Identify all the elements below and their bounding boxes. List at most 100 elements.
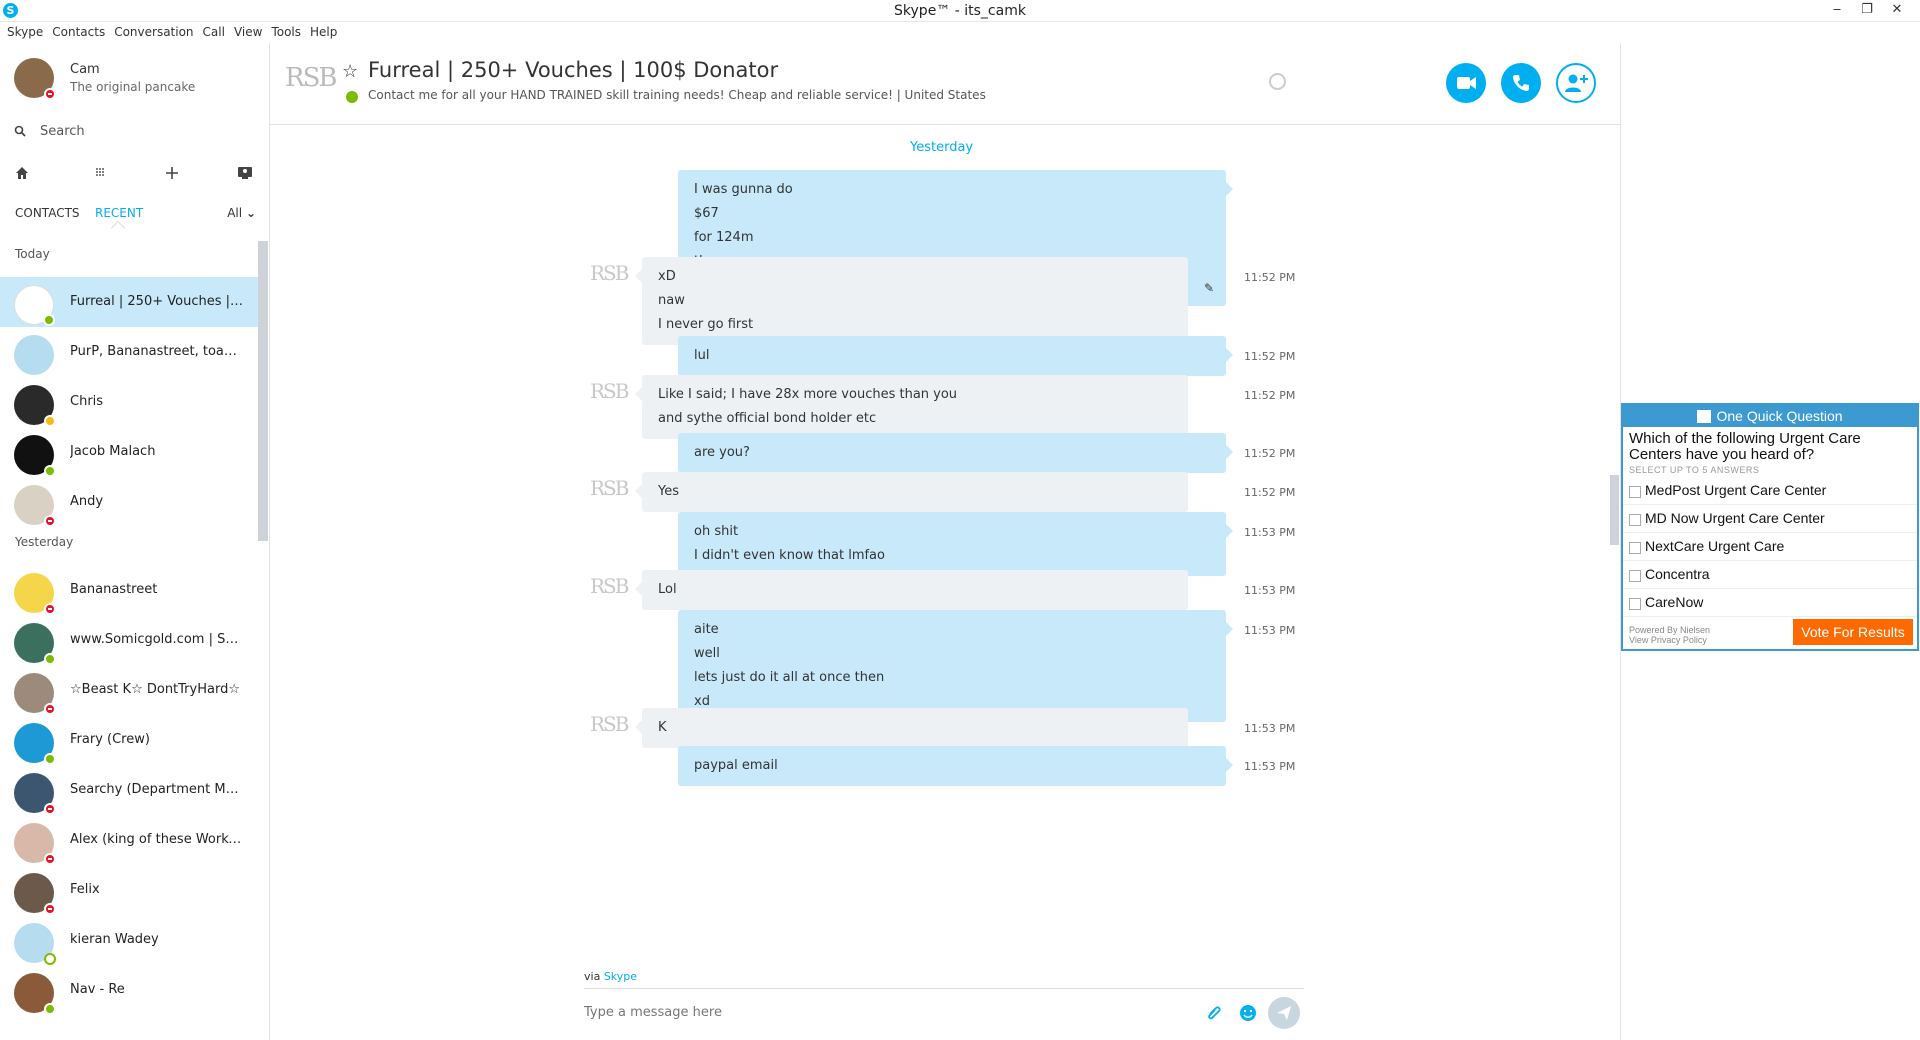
restore-button[interactable]: ❐ — [1852, 0, 1882, 22]
tab-recent[interactable]: RECENT — [95, 206, 143, 220]
poll-option-label: MedPost Urgent Care Center — [1645, 482, 1827, 498]
home-icon[interactable] — [14, 165, 32, 183]
poll-option[interactable]: NextCare Urgent Care — [1623, 533, 1917, 561]
checkbox[interactable] — [1629, 542, 1641, 554]
avatar[interactable] — [14, 435, 56, 477]
chat-scrollbar[interactable] — [1610, 475, 1619, 545]
avatar[interactable] — [14, 285, 55, 326]
video-call-button[interactable] — [1446, 63, 1486, 103]
filter-dropdown[interactable]: All ⌄ — [227, 206, 256, 220]
avatar[interactable] — [14, 58, 56, 100]
send-icon — [1277, 1006, 1291, 1020]
avatar[interactable] — [14, 335, 54, 375]
contact-name: Searchy (Department Manager) — [70, 782, 245, 797]
message-bubble[interactable]: are you? — [678, 433, 1233, 473]
avatar[interactable] — [14, 573, 56, 615]
message-bubble[interactable]: xD naw I never go first — [635, 257, 1188, 345]
menu-conversation[interactable]: Conversation — [111, 22, 199, 42]
checkbox[interactable] — [1629, 486, 1641, 498]
sidebar-scrollbar[interactable] — [258, 241, 268, 541]
poll-option[interactable]: Concentra — [1623, 561, 1917, 589]
list-item[interactable]: Andy — [0, 477, 260, 527]
sidebar: Cam The original pancake Search CONTACTS… — [0, 43, 270, 1040]
dnd-status-icon — [44, 603, 56, 615]
menu-contacts[interactable]: Contacts — [49, 22, 111, 42]
message-bubble[interactable]: lul — [678, 336, 1233, 376]
via-skype-link[interactable]: Skype — [604, 970, 637, 983]
menu-help[interactable]: Help — [307, 22, 343, 42]
message-bubble[interactable]: K — [635, 708, 1188, 748]
add-people-button[interactable] — [1556, 63, 1596, 103]
list-item[interactable]: www.Somicgold.com | Selling gold — [0, 615, 260, 665]
sender-logo[interactable]: RSB — [590, 476, 629, 500]
send-button[interactable] — [1268, 997, 1300, 1029]
avatar[interactable] — [14, 873, 56, 915]
contact-name: ☆Beast K☆ DontTryHard☆ — [70, 682, 240, 697]
audio-call-button[interactable] — [1501, 63, 1541, 103]
checkbox[interactable] — [1629, 514, 1641, 526]
list-item[interactable]: Chris — [0, 377, 260, 427]
tab-contacts[interactable]: CONTACTS — [15, 206, 80, 220]
list-item[interactable]: Frary (Crew) — [0, 715, 260, 765]
list-item[interactable]: Alex (king of these Workers) — [0, 815, 260, 865]
list-item[interactable]: PurP, Bananastreet, toa5t (dead) — [0, 327, 260, 377]
message-bubble[interactable]: Like I said; I have 28x more vouches tha… — [635, 375, 1188, 439]
list-item[interactable]: kieran Wadey — [0, 915, 260, 965]
favorite-star-icon[interactable]: ☆ — [342, 61, 358, 82]
menu-skype[interactable]: Skype — [4, 22, 49, 42]
globe-icon[interactable] — [1269, 73, 1286, 90]
poll-option[interactable]: MD Now Urgent Care Center — [1623, 505, 1917, 533]
poll-option[interactable]: MedPost Urgent Care Center — [1623, 477, 1917, 505]
dialpad-icon[interactable] — [92, 165, 110, 183]
menu-tools[interactable]: Tools — [268, 22, 307, 42]
checkbox[interactable] — [1629, 570, 1641, 582]
privacy-policy-link[interactable]: View Privacy Policy — [1629, 635, 1710, 645]
sender-logo[interactable]: RSB — [590, 261, 629, 285]
message-bubble[interactable]: aite well lets just do it all at once then… — [678, 610, 1233, 722]
avatar[interactable] — [14, 623, 56, 665]
search-label: Search — [40, 124, 85, 139]
list-item[interactable]: ☆Beast K☆ DontTryHard☆ — [0, 665, 260, 715]
poll-option[interactable]: CareNow — [1623, 589, 1917, 617]
menu-call[interactable]: Call — [200, 22, 231, 42]
list-item[interactable]: Felix — [0, 865, 260, 915]
avatar[interactable] — [14, 973, 56, 1015]
message-bubble[interactable]: Lol — [635, 570, 1188, 610]
message-bubble[interactable]: Yes — [635, 472, 1188, 512]
message-input[interactable] — [584, 1005, 1184, 1020]
avatar[interactable] — [14, 723, 56, 765]
list-item[interactable]: Nav - Re — [0, 965, 260, 1015]
dnd-status-icon — [44, 803, 56, 815]
menu-view[interactable]: View — [231, 22, 268, 42]
minimize-button[interactable]: ‒ — [1822, 0, 1852, 22]
profile-mood[interactable]: The original pancake — [70, 80, 195, 94]
list-item[interactable]: Jacob Malach — [0, 427, 260, 477]
attach-icon[interactable] — [1204, 1003, 1224, 1023]
sender-logo[interactable]: RSB — [590, 712, 629, 736]
list-item[interactable]: Searchy (Department Manager) — [0, 765, 260, 815]
profile[interactable]: Cam The original pancake — [14, 58, 264, 102]
message-timestamp: 11:53 PM — [1244, 624, 1296, 637]
avatar[interactable] — [14, 485, 56, 527]
avatar[interactable] — [14, 773, 56, 815]
search-box[interactable]: Search — [14, 123, 254, 145]
avatar[interactable] — [14, 923, 56, 965]
avatar[interactable] — [14, 385, 56, 427]
sender-logo[interactable]: RSB — [590, 379, 629, 403]
emoticon-icon[interactable] — [1238, 1003, 1258, 1023]
sender-logo[interactable]: RSB — [590, 574, 629, 598]
avatar[interactable] — [14, 823, 56, 865]
add-contact-icon[interactable] — [236, 165, 254, 183]
message-bubble[interactable]: paypal email — [678, 746, 1233, 786]
vote-button[interactable]: Vote For Results — [1793, 619, 1913, 645]
add-icon[interactable] — [164, 165, 182, 183]
message-bubble[interactable]: oh shit I didn't even know that lmfao — [678, 512, 1233, 576]
list-item[interactable]: Bananastreet — [0, 565, 260, 615]
online-status-icon — [44, 753, 56, 765]
poll-header: One Quick Question — [1623, 405, 1917, 427]
contact-logo[interactable]: RSB — [285, 63, 337, 93]
close-button[interactable]: ✕ — [1882, 0, 1912, 22]
list-item[interactable]: Furreal | 250+ Vouches | 100$ Donator — [0, 277, 260, 327]
checkbox[interactable] — [1629, 598, 1641, 610]
avatar[interactable] — [14, 673, 56, 715]
